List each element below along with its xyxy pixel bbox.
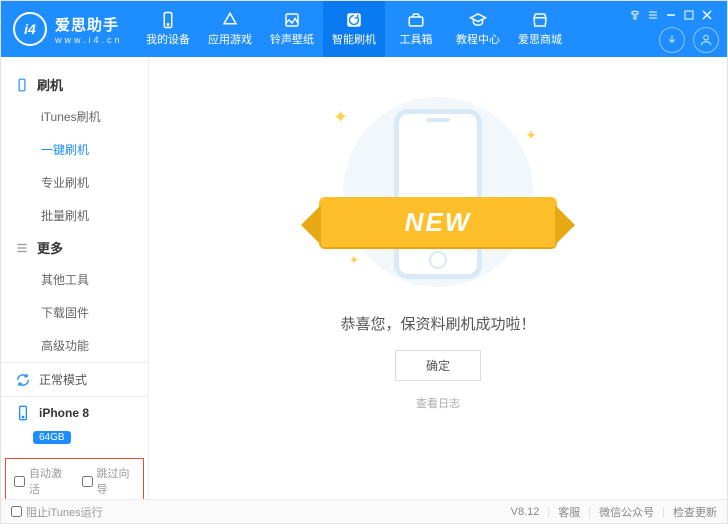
- tab-toolbox[interactable]: 工具箱: [385, 1, 447, 57]
- logo-badge-icon: i4: [13, 12, 47, 46]
- checkbox-block-itunes[interactable]: 阻止iTunes运行: [11, 504, 103, 520]
- ok-button[interactable]: 确定: [395, 350, 481, 381]
- app-window: i4 爱思助手 www.i4.cn 我的设备 应用游戏 铃声壁纸 智能刷机: [0, 0, 728, 524]
- checkbox-auto-activate[interactable]: 自动激活: [14, 465, 68, 497]
- mode-label: 正常模式: [39, 371, 87, 388]
- sidebar-group-flash: 刷机: [1, 69, 148, 100]
- top-tabs: 我的设备 应用游戏 铃声壁纸 智能刷机 工具箱 教程中心: [137, 1, 629, 57]
- support-link[interactable]: 客服: [558, 504, 580, 520]
- tab-label: 工具箱: [400, 31, 433, 47]
- phone-icon: [159, 11, 177, 29]
- header: i4 爱思助手 www.i4.cn 我的设备 应用游戏 铃声壁纸 智能刷机: [1, 1, 727, 57]
- sparkle-icon: ✦: [349, 253, 359, 267]
- device-mode[interactable]: 正常模式: [1, 362, 148, 396]
- refresh-icon: [345, 11, 363, 29]
- tab-label: 爱思商城: [518, 31, 562, 47]
- sync-icon: [15, 372, 31, 388]
- version-label: V8.12: [511, 506, 540, 518]
- sidebar-item-other-tools[interactable]: 其他工具: [1, 263, 148, 296]
- header-right: [629, 5, 719, 53]
- tab-store[interactable]: 爱思商城: [509, 1, 571, 57]
- status-bar: 阻止iTunes运行 V8.12 | 客服 | 微信公众号 | 检查更新: [1, 499, 727, 523]
- logo-text: 爱思助手 www.i4.cn: [55, 14, 123, 45]
- skin-button[interactable]: [629, 9, 641, 21]
- tab-label: 铃声壁纸: [270, 31, 314, 47]
- phone-icon: [15, 405, 31, 421]
- sparkle-icon: ✦: [333, 107, 348, 128]
- toolbox-icon: [407, 11, 425, 29]
- minimize-button[interactable]: [665, 9, 677, 21]
- sidebar-item-advanced[interactable]: 高级功能: [1, 329, 148, 362]
- checkbox-input[interactable]: [82, 476, 93, 487]
- success-message: 恭喜您，保资料刷机成功啦！: [340, 313, 535, 334]
- checkbox-label: 阻止iTunes运行: [26, 504, 103, 520]
- sidebar-item-download-firmware[interactable]: 下载固件: [1, 296, 148, 329]
- device-name: iPhone 8: [39, 406, 89, 420]
- tab-label: 应用游戏: [208, 31, 252, 47]
- tab-label: 教程中心: [456, 31, 500, 47]
- sidebar-item-oneclick-flash[interactable]: 一键刷机: [1, 133, 148, 166]
- sidebar: 刷机 iTunes刷机 一键刷机 专业刷机 批量刷机 更多 其他工具 下载固件 …: [1, 57, 149, 499]
- wechat-link[interactable]: 微信公众号: [599, 504, 654, 520]
- tab-label: 我的设备: [146, 31, 190, 47]
- main-panel: ✦ ✦ ✦ NEW 恭喜您，保资料刷机成功啦！ 确定 查看日志: [149, 57, 727, 499]
- body: 刷机 iTunes刷机 一键刷机 专业刷机 批量刷机 更多 其他工具 下载固件 …: [1, 57, 727, 499]
- apps-icon: [221, 11, 239, 29]
- device-block[interactable]: iPhone 8 64GB: [1, 396, 148, 452]
- store-icon: [531, 11, 549, 29]
- success-illustration: ✦ ✦ ✦ NEW: [293, 97, 583, 287]
- sidebar-item-batch-flash[interactable]: 批量刷机: [1, 199, 148, 232]
- sidebar-group-more: 更多: [1, 232, 148, 263]
- sparkle-icon: ✦: [525, 127, 537, 144]
- storage-badge: 64GB: [33, 431, 71, 444]
- group-label: 更多: [37, 238, 63, 257]
- tab-my-devices[interactable]: 我的设备: [137, 1, 199, 57]
- checkbox-input[interactable]: [11, 506, 22, 517]
- maximize-button[interactable]: [683, 9, 695, 21]
- download-button[interactable]: [659, 27, 685, 53]
- menu-icon: [15, 241, 29, 255]
- user-button[interactable]: [693, 27, 719, 53]
- checkbox-input[interactable]: [14, 476, 25, 487]
- graduation-icon: [469, 11, 487, 29]
- phone-illustration-icon: [394, 109, 482, 279]
- sidebar-item-itunes-flash[interactable]: iTunes刷机: [1, 100, 148, 133]
- image-icon: [283, 11, 301, 29]
- brand-url: www.i4.cn: [55, 35, 123, 45]
- menu-button[interactable]: [647, 9, 659, 21]
- group-label: 刷机: [37, 75, 63, 94]
- check-update-link[interactable]: 检查更新: [673, 504, 717, 520]
- logo: i4 爱思助手 www.i4.cn: [13, 12, 137, 46]
- brand-name: 爱思助手: [55, 14, 123, 35]
- tab-flash[interactable]: 智能刷机: [323, 1, 385, 57]
- sidebar-item-pro-flash[interactable]: 专业刷机: [1, 166, 148, 199]
- window-controls: [629, 9, 713, 21]
- tab-apps[interactable]: 应用游戏: [199, 1, 261, 57]
- post-flash-options: 自动激活 跳过向导: [5, 458, 144, 504]
- tab-label: 智能刷机: [332, 31, 376, 47]
- view-log-link[interactable]: 查看日志: [416, 395, 460, 411]
- checkbox-label: 跳过向导: [97, 465, 136, 497]
- tab-ringtones[interactable]: 铃声壁纸: [261, 1, 323, 57]
- checkbox-skip-guide[interactable]: 跳过向导: [82, 465, 136, 497]
- checkbox-label: 自动激活: [29, 465, 68, 497]
- new-ribbon: NEW: [319, 197, 557, 247]
- close-button[interactable]: [701, 9, 713, 21]
- tab-tutorials[interactable]: 教程中心: [447, 1, 509, 57]
- phone-icon: [15, 78, 29, 92]
